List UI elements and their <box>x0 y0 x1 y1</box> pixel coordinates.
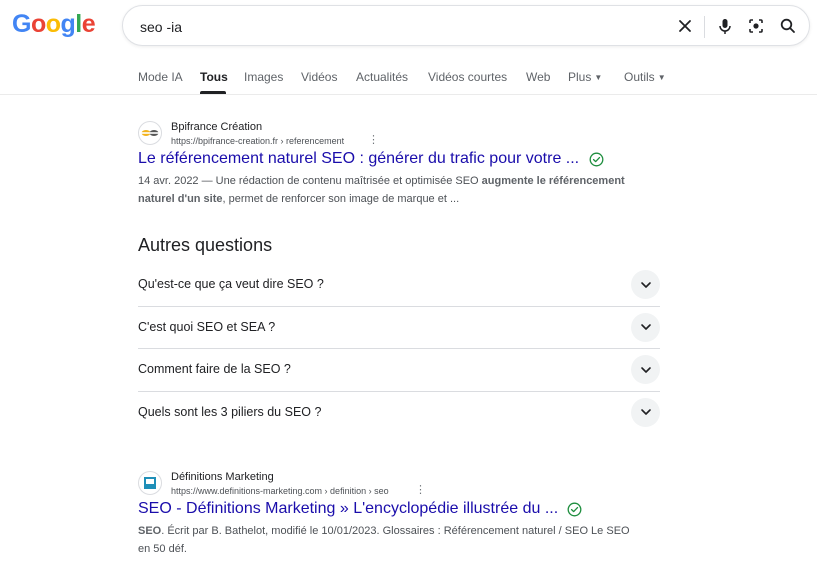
active-tab-indicator <box>200 91 226 94</box>
result-snippet: SEO. Écrit par B. Bathelot, modifié le 1… <box>138 522 643 558</box>
logo-letter: G <box>12 10 31 38</box>
result-snippet: 14 avr. 2022 — Une rédaction de contenu … <box>138 172 643 208</box>
tab-videos-courtes[interactable]: Vidéos courtes <box>428 70 507 84</box>
paa-question[interactable]: Qu'est-ce que ça veut dire SEO ? <box>138 264 660 307</box>
mic-icon[interactable] <box>715 16 735 36</box>
snippet-text: , permet de renforcer son image de marqu… <box>222 193 460 205</box>
people-also-ask-list: Qu'est-ce que ça veut dire SEO ? C'est q… <box>138 264 660 434</box>
close-icon[interactable] <box>675 16 695 36</box>
tab-mode-ia[interactable]: Mode IA <box>138 70 183 84</box>
tab-outils-label: Outils <box>624 70 655 84</box>
paa-question-text: Comment faire de la SEO ? <box>138 362 291 376</box>
snippet-text: — Une rédaction de contenu maîtrisée et … <box>198 175 482 187</box>
snippet-bold: SEO <box>138 525 162 537</box>
search-result: Bpifrance Création https://bpifrance-cre… <box>138 121 658 211</box>
logo-letter: e <box>81 10 96 38</box>
snippet-text: . Écrit par B. Bathelot, modifié le 10/0… <box>138 525 630 555</box>
dropdown-caret-icon: ▼ <box>594 73 603 82</box>
tab-plus[interactable]: Plus ▼ <box>568 70 602 84</box>
logo-letter: o <box>30 10 46 38</box>
verified-icon <box>567 502 582 517</box>
definitions-marketing-favicon-icon <box>138 471 162 495</box>
search-bar <box>122 5 810 46</box>
chevron-down-icon[interactable] <box>631 312 660 342</box>
dropdown-caret-icon: ▼ <box>657 73 666 82</box>
more-options-icon[interactable]: ⋮ <box>415 485 426 496</box>
divider <box>704 16 705 38</box>
chevron-down-icon[interactable] <box>631 355 660 384</box>
tab-plus-label: Plus <box>568 70 592 84</box>
result-title-link[interactable]: SEO - Définitions Marketing » L'encyclop… <box>138 500 558 518</box>
paa-question[interactable]: C'est quoi SEO et SEA ? <box>138 307 660 349</box>
logo-letter: g <box>60 10 76 38</box>
result-title-link[interactable]: Le référencement naturel SEO : générer d… <box>138 150 579 168</box>
result-url[interactable]: https://bpifrance-creation.fr › referenc… <box>171 136 344 146</box>
tab-web[interactable]: Web <box>526 70 550 84</box>
verified-icon <box>589 152 604 167</box>
more-options-icon[interactable]: ⋮ <box>368 135 379 146</box>
chevron-down-icon[interactable] <box>631 270 660 299</box>
search-result: Définitions Marketing https://www.defini… <box>138 471 658 565</box>
paa-question-text: Quels sont les 3 piliers du SEO ? <box>138 404 322 419</box>
snippet-date: 14 avr. 2022 <box>138 175 199 187</box>
result-site-name[interactable]: Définitions Marketing <box>171 471 274 483</box>
paa-question[interactable]: Quels sont les 3 piliers du SEO ? <box>138 392 660 435</box>
paa-question-text: C'est quoi SEO et SEA ? <box>138 319 276 334</box>
paa-question[interactable]: Comment faire de la SEO ? <box>138 349 660 392</box>
tab-images[interactable]: Images <box>244 70 283 84</box>
google-logo[interactable]: Google <box>12 10 96 39</box>
tab-actualites[interactable]: Actualités <box>356 70 408 84</box>
search-icon[interactable] <box>778 16 798 36</box>
tab-videos[interactable]: Vidéos <box>301 70 337 84</box>
people-also-ask-title: Autres questions <box>138 235 273 255</box>
search-tabs: Mode IA Tous Images Vidéos Actualités Vi… <box>0 62 817 95</box>
chevron-down-icon[interactable] <box>631 397 660 427</box>
lens-icon[interactable] <box>746 16 766 36</box>
tab-outils[interactable]: Outils ▼ <box>624 70 666 84</box>
result-site-name[interactable]: Bpifrance Création <box>171 121 262 133</box>
tab-tous[interactable]: Tous <box>200 70 228 84</box>
logo-letter: o <box>45 10 61 38</box>
search-input[interactable] <box>140 17 660 37</box>
result-url[interactable]: https://www.definitions-marketing.com › … <box>171 486 389 496</box>
bpifrance-favicon-icon <box>138 121 162 145</box>
paa-question-text: Qu'est-ce que ça veut dire SEO ? <box>138 277 324 291</box>
